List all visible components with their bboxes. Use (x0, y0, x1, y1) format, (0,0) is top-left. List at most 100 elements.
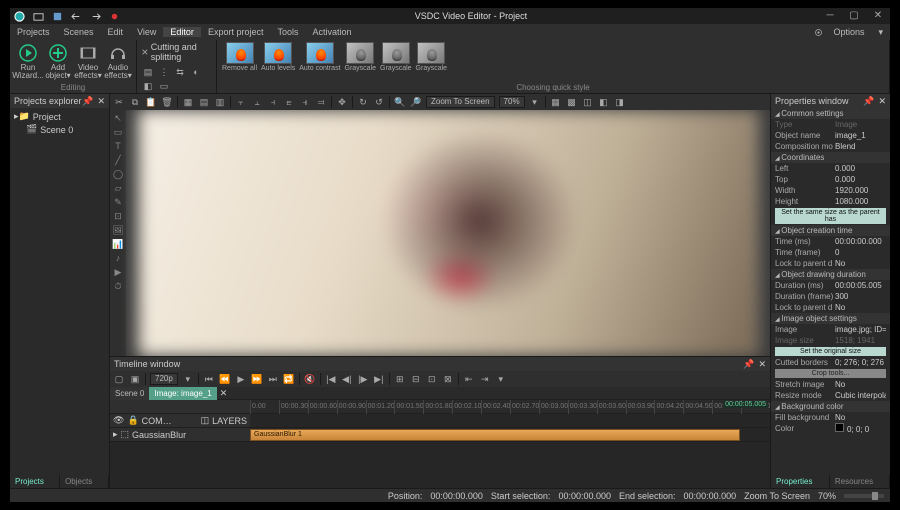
vt-chart[interactable]: 📊 (112, 238, 124, 250)
quickstyle-3[interactable]: Grayscale (345, 42, 377, 72)
vt-text[interactable]: T (112, 140, 124, 152)
prop-row[interactable]: Cutted borders0; 276; 0; 276 (771, 357, 890, 368)
tc-del[interactable]: ▣ (128, 372, 142, 386)
vt-shape[interactable]: ▱ (112, 182, 124, 194)
prop-row[interactable]: Height1080.000 (771, 196, 890, 207)
run-wizard-button[interactable]: Run Wizard... (14, 42, 42, 81)
undo-icon[interactable] (70, 10, 83, 23)
tool-c[interactable]: ⇆ (173, 65, 187, 79)
expand-icon[interactable]: ▸ (113, 429, 118, 440)
prop-row[interactable]: Composition modeBlend (771, 141, 890, 152)
prop-row[interactable]: Duration (frame)300 (771, 291, 890, 302)
vt-rect[interactable]: ▭ (112, 126, 124, 138)
tc-c3[interactable]: ⊡ (425, 372, 439, 386)
tc-b1[interactable]: |◀ (324, 372, 338, 386)
tb-a2[interactable]: ▤ (197, 95, 211, 109)
add-object-button[interactable]: Add object▾ (44, 42, 72, 81)
menu-editor[interactable]: Editor (163, 27, 201, 37)
prop-row[interactable]: Image size1518; 1941 (771, 335, 890, 346)
prop-row[interactable]: Fill backgroundNo (771, 412, 890, 423)
panel-close-icon[interactable]: ✕ (97, 96, 105, 107)
vt-pen[interactable]: ✎ (112, 196, 124, 208)
tb-al4[interactable]: ⫢ (282, 95, 296, 109)
tab-properties[interactable]: Properties window (771, 475, 830, 488)
prop-row[interactable]: Imageimage.jpg; ID=1 (771, 324, 890, 335)
zoom-mode[interactable]: Zoom To Screen (426, 96, 495, 108)
maximize-button[interactable]: ▢ (842, 8, 866, 24)
tab-resources[interactable]: Resources window (830, 475, 890, 488)
tb-rot2[interactable]: ↺ (372, 95, 386, 109)
tool-d[interactable]: ◐ (189, 65, 203, 79)
tc-b2[interactable]: ◀| (340, 372, 354, 386)
tool-e[interactable]: ◧ (141, 79, 155, 93)
tc-d2[interactable]: ⇥ (478, 372, 492, 386)
tb-z2[interactable]: 🔎 (409, 95, 423, 109)
tc-b3[interactable]: |▶ (356, 372, 370, 386)
timeline-tab-scene[interactable]: Scene 0 (110, 387, 149, 400)
prop-row[interactable]: Time (frame)0 (771, 247, 890, 258)
prop-row[interactable]: Lock to parent dNo (771, 258, 890, 269)
prop-action-button[interactable]: Set the original size (775, 347, 886, 356)
tool-f[interactable]: ▭ (157, 79, 171, 93)
tb-move[interactable]: ✥ (335, 95, 349, 109)
menu-scenes[interactable]: Scenes (57, 27, 101, 37)
tb-a1[interactable]: ▦ (181, 95, 195, 109)
prop-close-icon[interactable]: ✕ (878, 96, 886, 107)
save-icon[interactable] (51, 10, 64, 23)
prop-row[interactable]: Width1920.000 (771, 185, 890, 196)
vt-audio[interactable]: ♪ (112, 252, 124, 264)
tb-del[interactable]: 🗑 (160, 95, 174, 109)
tool-a[interactable]: ▤ (141, 65, 155, 79)
status-slider[interactable] (844, 494, 884, 498)
quickstyle-5[interactable]: Grayscale (416, 42, 448, 72)
tb-al5[interactable]: ⫣ (298, 95, 312, 109)
prop-section[interactable]: Image object settings (771, 313, 890, 324)
tc-d1[interactable]: ⇤ (462, 372, 476, 386)
vt-image[interactable]: 🖼 (112, 224, 124, 236)
menu-projects[interactable]: Projects (10, 27, 57, 37)
vt-line[interactable]: ╱ (112, 154, 124, 166)
tc-begin[interactable]: ⏮ (202, 372, 216, 386)
timeline-close-icon[interactable]: ✕ (758, 359, 766, 370)
prop-section[interactable]: Object drawing duration (771, 269, 890, 280)
zoom-percent[interactable]: 70% (499, 96, 525, 108)
prop-action-button[interactable]: Set the same size as the parent has (775, 208, 886, 224)
close-button[interactable]: ✕ (866, 8, 890, 24)
prop-pin-icon[interactable]: 📌 (863, 96, 874, 107)
tb-m2[interactable]: ▩ (565, 95, 579, 109)
vt-cursor[interactable]: ↖ (112, 112, 124, 124)
tb-m1[interactable]: ▦ (549, 95, 563, 109)
vt-crop[interactable]: ⊡ (112, 210, 124, 222)
open-icon[interactable] (32, 10, 45, 23)
tc-new[interactable]: ▢ (112, 372, 126, 386)
redo-icon[interactable] (89, 10, 102, 23)
tree-root[interactable]: ▸📁Project (12, 110, 107, 123)
menu-export[interactable]: Export project (201, 27, 271, 37)
quickstyle-2[interactable]: Auto contrast (299, 42, 340, 72)
prop-section[interactable]: Common settings (771, 108, 890, 119)
timeline-tab-close[interactable]: ✕ (217, 388, 231, 399)
tree-scene[interactable]: 🎬Scene 0 (12, 123, 107, 136)
vt-video[interactable]: ▶ (112, 266, 124, 278)
tb-m5[interactable]: ◨ (613, 95, 627, 109)
tc-next[interactable]: ⏩ (250, 372, 264, 386)
audio-effects-button[interactable]: Audio effects▾ (104, 42, 132, 81)
track-row[interactable]: ▸ ⬚ GaussianBlur GaussianBlur 1 (110, 428, 770, 442)
tb-al1[interactable]: ⫟ (234, 95, 248, 109)
prop-row[interactable]: Time (ms)00:00:00.000 (771, 236, 890, 247)
timeline-res[interactable]: 720p (150, 373, 178, 385)
prop-section[interactable]: Object creation time (771, 225, 890, 236)
timeline-tab-image[interactable]: Image: image_1 (149, 387, 216, 400)
prop-row[interactable]: Top0.000 (771, 174, 890, 185)
tc-dd[interactable]: ▾ (181, 372, 195, 386)
tc-c1[interactable]: ⊞ (393, 372, 407, 386)
tc-loop[interactable]: 🔁 (282, 372, 296, 386)
timeline-ruler[interactable]: 0.0000:00.30000:00.60100:00.90100:01.201… (110, 400, 770, 414)
quickstyle-4[interactable]: Grayscale (380, 42, 412, 72)
tc-d3[interactable]: ▾ (494, 372, 508, 386)
tb-paste[interactable]: 📋 (144, 95, 158, 109)
tc-play[interactable]: ▶ (234, 372, 248, 386)
tc-prev[interactable]: ⏪ (218, 372, 232, 386)
canvas[interactable] (126, 110, 770, 356)
tb-al6[interactable]: ⫤ (314, 95, 328, 109)
